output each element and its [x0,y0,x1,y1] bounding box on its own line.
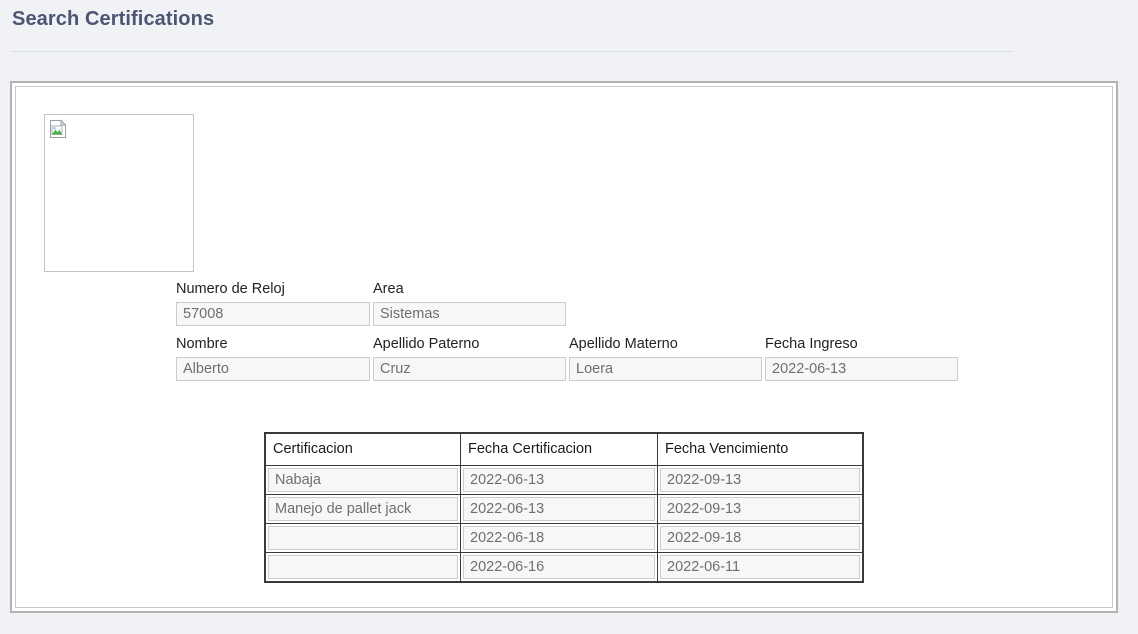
page-header: Search Certifications [0,0,1138,52]
field-area: Area [373,279,566,334]
certifications-table: Certificacion Fecha Certificacion Fecha … [264,432,864,583]
label-numero-de-reloj: Numero de Reloj [176,281,285,297]
certifications-table-wrapper: Certificacion Fecha Certificacion Fecha … [264,432,864,583]
table-row [264,552,864,583]
table-row [264,523,864,553]
table-row [264,465,864,495]
header-cell-fecha-vencimiento: Fecha Vencimiento [657,432,864,466]
input-apellido-materno[interactable] [569,357,762,381]
input-fecha-vencimiento-3[interactable] [660,526,860,550]
field-apellido-paterno: Apellido Paterno [373,334,566,389]
label-apellido-paterno: Apellido Paterno [373,336,480,352]
details-panel: Numero de Reloj Area Nombre Apellido Pat… [10,81,1118,613]
input-fecha-ingreso[interactable] [765,357,958,381]
cell-fecha-certificacion [460,494,658,524]
field-numero-de-reloj: Numero de Reloj [176,279,370,334]
input-fecha-vencimiento-1[interactable] [660,468,860,492]
label-fecha-ingreso: Fecha Ingreso [765,336,858,352]
table-header-row: Certificacion Fecha Certificacion Fecha … [264,432,864,466]
header-label-certificacion: Certificacion [273,441,353,457]
form-row-2: Nombre Apellido Paterno Apellido Materno… [176,334,1076,389]
header-cell-certificacion: Certificacion [264,432,461,466]
input-area[interactable] [373,302,566,326]
input-nombre[interactable] [176,357,370,381]
header-label-fecha-certificacion: Fecha Certificacion [468,441,593,457]
label-apellido-materno: Apellido Materno [569,336,678,352]
field-nombre: Nombre [176,334,370,389]
input-fecha-certificacion-3[interactable] [463,526,655,550]
header-label-fecha-vencimiento: Fecha Vencimiento [665,441,789,457]
employee-form: Numero de Reloj Area Nombre Apellido Pat… [176,279,1076,389]
cell-certificacion [264,523,461,553]
label-area: Area [373,281,404,297]
input-certificacion-1[interactable] [268,468,458,492]
employee-photo [44,114,194,272]
input-fecha-certificacion-1[interactable] [463,468,655,492]
cell-fecha-certificacion [460,523,658,553]
input-apellido-paterno[interactable] [373,357,566,381]
cell-fecha-certificacion [460,465,658,495]
input-fecha-certificacion-2[interactable] [463,497,655,521]
cell-certificacion [264,465,461,495]
cell-fecha-vencimiento [657,552,864,583]
input-certificacion-4[interactable] [268,555,458,579]
form-row-1: Numero de Reloj Area [176,279,1076,334]
table-row [264,494,864,524]
input-numero-de-reloj[interactable] [176,302,370,326]
input-certificacion-3[interactable] [268,526,458,550]
broken-image-icon [50,119,67,138]
label-nombre: Nombre [176,336,228,352]
cell-fecha-vencimiento [657,523,864,553]
details-panel-inner: Numero de Reloj Area Nombre Apellido Pat… [15,86,1113,608]
field-apellido-materno: Apellido Materno [569,334,762,389]
input-fecha-vencimiento-4[interactable] [660,555,860,579]
cell-fecha-vencimiento [657,465,864,495]
input-certificacion-2[interactable] [268,497,458,521]
input-fecha-certificacion-4[interactable] [463,555,655,579]
cell-certificacion [264,494,461,524]
page-title: Search Certifications [12,8,215,30]
cell-certificacion [264,552,461,583]
input-fecha-vencimiento-2[interactable] [660,497,860,521]
cell-fecha-certificacion [460,552,658,583]
header-divider [10,51,1013,52]
field-fecha-ingreso: Fecha Ingreso [765,334,958,389]
header-cell-fecha-certificacion: Fecha Certificacion [460,432,658,466]
cell-fecha-vencimiento [657,494,864,524]
